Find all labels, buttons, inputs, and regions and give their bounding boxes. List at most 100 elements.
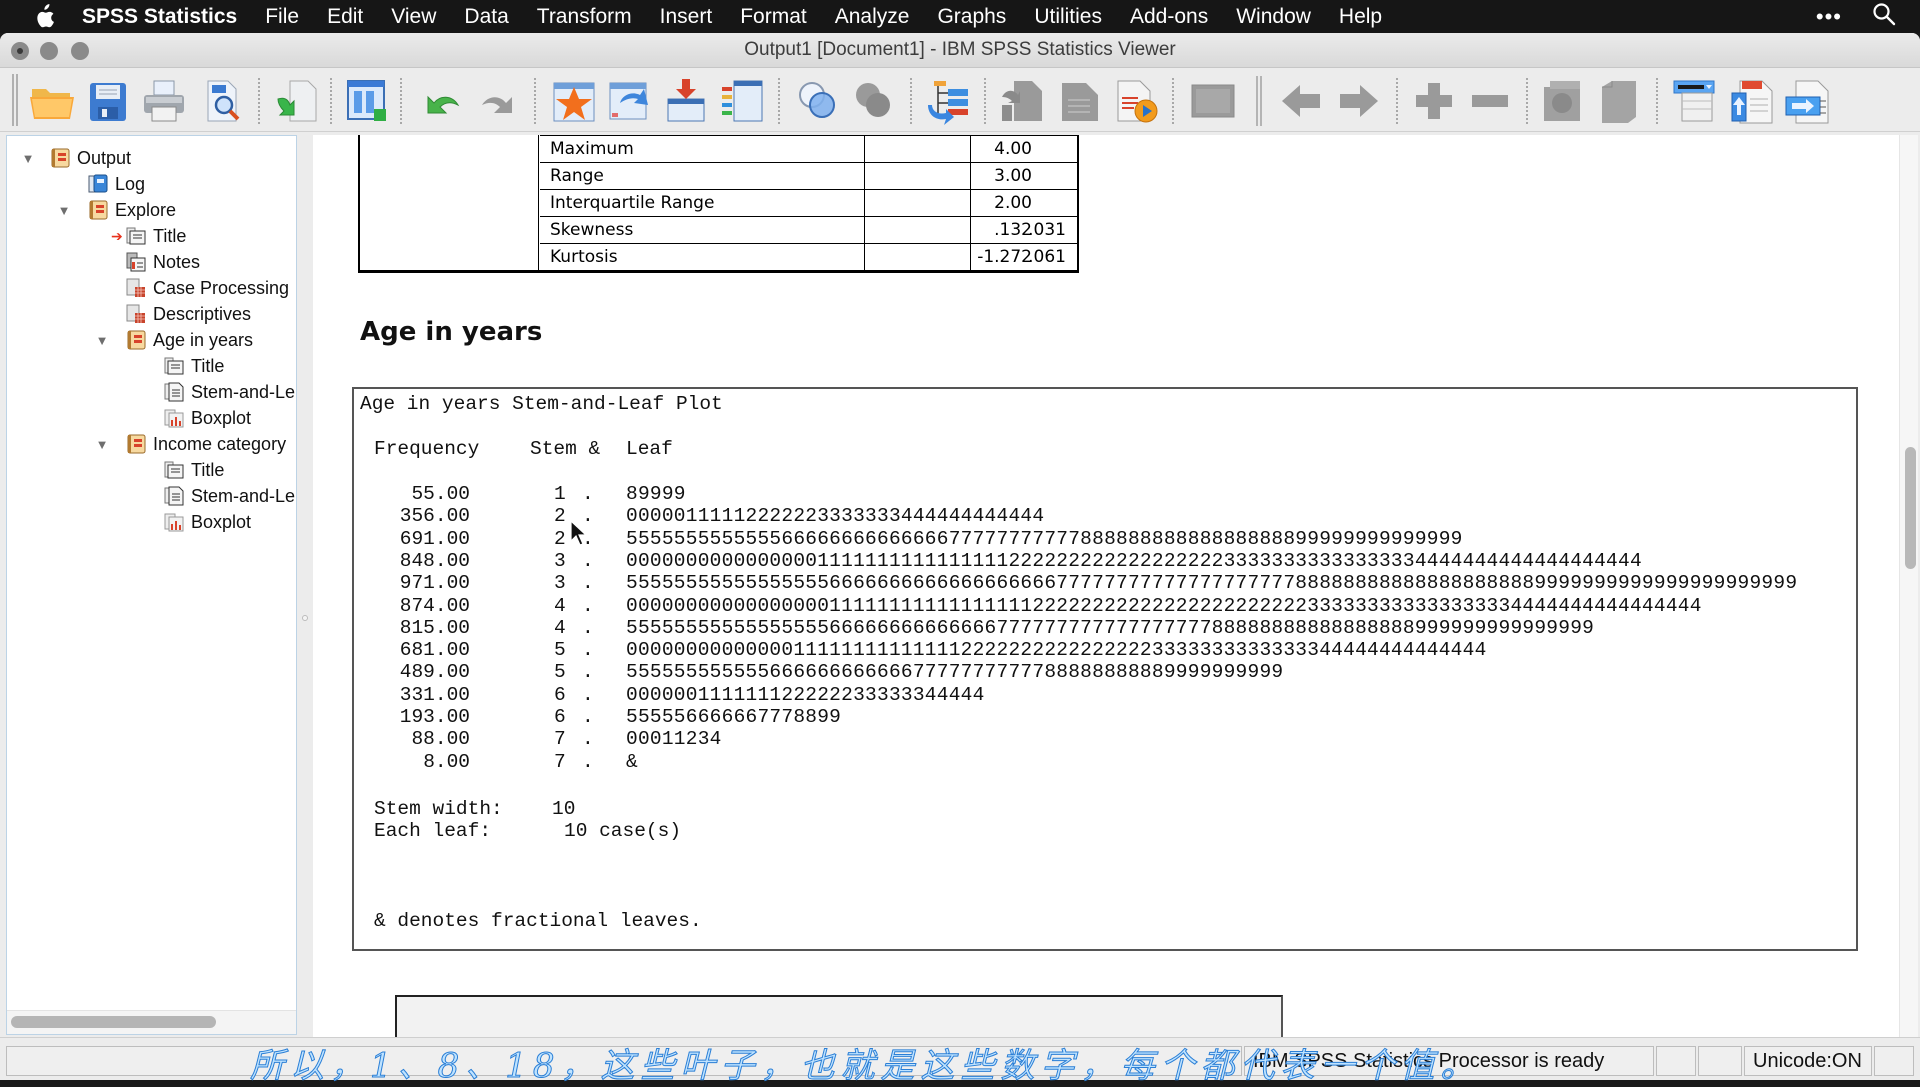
goto-data-button[interactable]	[550, 77, 598, 125]
stem-leaf-row: 88.00 7. 00011234	[354, 728, 1854, 750]
stem-leaf-row: 971.00 3. 55555555555555555666666666666666…	[354, 572, 1854, 594]
stem-width-value: 10	[552, 798, 576, 820]
outline-node-explore[interactable]: ▼ Explore	[57, 198, 176, 222]
redo-button[interactable]	[474, 77, 522, 125]
insert-heading-button[interactable]	[1670, 77, 1718, 125]
pivot-table-icon	[125, 277, 147, 299]
outline-node-age-boxplot[interactable]: Boxplot	[163, 406, 251, 430]
outline-node-income-category[interactable]: ▼ Income category	[95, 432, 286, 456]
outline-pane[interactable]: ▼ Output Log ▼ Explore ➔ Title Notes Cas…	[6, 135, 297, 1035]
heading-book-icon	[125, 433, 147, 455]
scroll-thumb[interactable]	[1905, 447, 1916, 569]
print-preview-button[interactable]	[198, 77, 246, 125]
collapse-triangle-icon[interactable]: ▼	[95, 437, 109, 452]
menu-analyze[interactable]: Analyze	[835, 5, 910, 29]
outline-node-age-stem-leaf[interactable]: Stem-and-Le	[163, 380, 295, 404]
variables-button[interactable]	[718, 77, 766, 125]
toolbar-separator	[1656, 78, 1658, 124]
expand-button[interactable]	[1410, 77, 1458, 125]
next-button[interactable]	[1334, 77, 1382, 125]
outline-node-income-title[interactable]: Title	[163, 458, 224, 482]
menu-insert[interactable]: Insert	[660, 5, 713, 29]
descriptives-table[interactable]: Maximum 4.00 Range 3.00 Interquartile Ra…	[358, 135, 1079, 273]
previous-button[interactable]	[1278, 77, 1326, 125]
outline-node-income-stem-leaf[interactable]: Stem-and-Le	[163, 484, 295, 508]
toolbar-separator	[1172, 78, 1174, 124]
outline-node-notes[interactable]: Notes	[125, 250, 200, 274]
spotlight-search-icon[interactable]	[1872, 2, 1896, 32]
vertical-scrollbar[interactable]	[1899, 135, 1918, 1070]
stem-value: 6	[554, 706, 566, 728]
menu-utilities[interactable]: Utilities	[1034, 5, 1102, 29]
goto-variable-button[interactable]	[662, 77, 710, 125]
goto-case-button[interactable]	[606, 77, 654, 125]
export-button[interactable]	[272, 77, 320, 125]
outline-node-label: Age in years	[153, 329, 254, 350]
recall-dialog-button[interactable]	[344, 77, 392, 125]
insert-text-button[interactable]	[1784, 77, 1832, 125]
splitter-handle[interactable]	[302, 615, 308, 621]
menu-add-ons[interactable]: Add-ons	[1130, 5, 1208, 29]
collapse-triangle-icon[interactable]: ▼	[95, 333, 109, 348]
undo-button[interactable]	[418, 77, 466, 125]
show-all-variables-button[interactable]	[850, 77, 898, 125]
demote-button[interactable]	[1056, 77, 1104, 125]
outline-node-output[interactable]: ▼ Output	[21, 146, 131, 170]
collapse-triangle-icon[interactable]: ▼	[21, 151, 35, 166]
run-script-button[interactable]	[1112, 77, 1160, 125]
outline-node-age-title[interactable]: Title	[163, 354, 224, 378]
print-button[interactable]	[140, 77, 188, 125]
toolbar-separator	[910, 78, 912, 124]
outline-node-explore-title[interactable]: ➔ Title	[111, 224, 186, 248]
stem-value: 5	[554, 661, 566, 684]
outline-node-label: Log	[115, 173, 146, 194]
title-bar: Output1 [Document1] - IBM SPSS Statistic…	[0, 33, 1920, 68]
apple-menu-icon[interactable]	[30, 3, 58, 30]
open-button[interactable]	[28, 77, 76, 125]
toolbar-grip	[12, 74, 18, 126]
variables-grid-icon	[722, 80, 763, 122]
stem-separator: .	[582, 750, 594, 773]
outline-node-case-processing[interactable]: Case Processing	[125, 276, 289, 300]
stem-separator: .	[582, 572, 594, 595]
insert-title-button[interactable]	[1728, 77, 1776, 125]
collapse-triangle-icon[interactable]: ▼	[57, 203, 71, 218]
each-leaf-value: 10 case(s)	[564, 820, 682, 842]
outline-node-label: Notes	[153, 251, 201, 272]
save-button[interactable]	[84, 77, 132, 125]
show-button[interactable]	[1540, 77, 1588, 125]
pane-splitter[interactable]	[300, 135, 310, 1070]
menu-data[interactable]: Data	[464, 5, 508, 29]
menu-graphs[interactable]: Graphs	[937, 5, 1006, 29]
use-variable-sets-button[interactable]	[794, 77, 842, 125]
show-hide-button[interactable]	[1188, 77, 1236, 125]
outline-horizontal-scrollbar[interactable]	[7, 1010, 296, 1034]
menu-edit[interactable]: Edit	[327, 5, 363, 29]
std-error-value: .031	[1028, 220, 1066, 240]
stem-and-leaf-plot[interactable]: Age in years Stem-and-Leaf Plot Frequenc…	[352, 387, 1858, 951]
menu-view[interactable]: View	[391, 5, 436, 29]
toolbar-separator	[1526, 78, 1528, 124]
menu-file[interactable]: File	[265, 5, 299, 29]
app-menu[interactable]: SPSS Statistics	[82, 5, 237, 29]
outline-node-log[interactable]: Log	[87, 172, 145, 196]
hide-button[interactable]	[1596, 77, 1644, 125]
outline-scroll-thumb[interactable]	[11, 1016, 216, 1028]
menu-format[interactable]: Format	[740, 5, 807, 29]
outline-node-income-boxplot[interactable]: Boxplot	[163, 510, 251, 534]
stem-separator: .	[582, 549, 594, 572]
collapse-button[interactable]	[1466, 77, 1514, 125]
menu-help[interactable]: Help	[1339, 5, 1382, 29]
stem-separator: .	[582, 483, 594, 505]
outline-node-descriptives[interactable]: Descriptives	[125, 302, 251, 326]
more-icon[interactable]: •••	[1816, 4, 1842, 30]
frequency-value: 874.00	[399, 594, 470, 617]
promote-button[interactable]	[998, 77, 1046, 125]
menu-transform[interactable]: Transform	[537, 5, 632, 29]
section-heading: Age in years	[360, 317, 543, 347]
outline-node-age-in-years[interactable]: ▼ Age in years	[95, 328, 253, 352]
stem-value: 2	[554, 527, 566, 550]
designate-window-button[interactable]	[924, 77, 972, 125]
output-contents-pane[interactable]: Maximum 4.00 Range 3.00 Interquartile Ra…	[313, 135, 1899, 1070]
menu-window[interactable]: Window	[1236, 5, 1311, 29]
